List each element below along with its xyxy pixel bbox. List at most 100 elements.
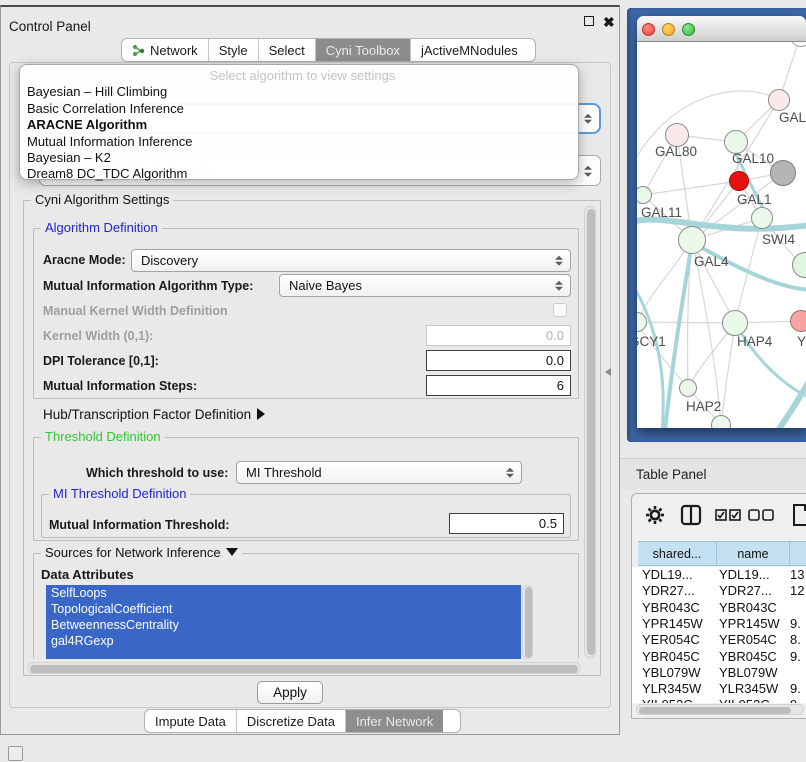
settings-vscrollbar-track[interactable] [584,206,596,658]
sources-title[interactable]: Sources for Network Inference [41,545,242,560]
which-threshold-combobox[interactable]: MI Threshold [236,461,522,484]
splitpane-collapse-icon[interactable] [605,368,611,376]
network-window: GAL GAL80 GAL10 GAL1 GAL11 SWI4 GAL4 GCY… [637,16,806,428]
mi-steps-input[interactable]: 6 [426,375,571,396]
table-panel-window: shared... name YDL19...YDL19...13 YDR27.… [631,493,806,719]
popup-item-bayesian-hill[interactable]: Bayesian – Hill Climbing [20,84,578,100]
algorithm-dropdown-popup: Select algorithm to view settings Bayesi… [19,64,579,180]
close-window-icon[interactable] [642,23,655,36]
manual-kernel-width-label: Manual Kernel Width Definition [43,304,228,318]
table-row[interactable]: YBR043CYBR043C [632,600,806,616]
network-node-hap4[interactable] [722,310,748,336]
table-row[interactable]: YLR345WYLR345W9. [632,681,806,697]
column-header-shared-name[interactable]: shared... [638,541,717,566]
stepper-icon [506,467,515,478]
node-label: GAL4 [694,254,729,269]
table-hscrollbar-track[interactable] [636,704,804,715]
select-all-checkboxes-icon[interactable] [715,509,741,524]
tab-select[interactable]: Select [259,39,316,61]
mi-threshold-label: Mutual Information Threshold: [49,518,230,532]
list-item-betweennesscentrality[interactable]: BetweennessCentrality [46,617,521,633]
column-header-name[interactable]: name [717,541,790,566]
network-window-titlebar[interactable] [637,16,806,42]
network-node[interactable] [790,310,806,332]
table-row[interactable]: YPR145WYPR145W9. [632,616,806,632]
popup-placeholder: Select algorithm to view settings [20,68,578,84]
mi-threshold-input[interactable]: 0.5 [449,513,564,534]
stepper-icon [555,255,564,266]
node-label: HAP4 [737,334,772,349]
control-panel-tabbar: Network Style Select Cyni Toolbox jActiv… [121,38,536,62]
table-row[interactable]: YDR27...YDR27...12 [632,583,806,599]
table-row[interactable]: YBR045CYBR045C9. [632,649,806,665]
node-label: GCY1 [637,334,666,349]
zoom-window-icon[interactable] [682,23,695,36]
network-node-swi4[interactable] [751,207,773,229]
float-panel-icon[interactable] [584,16,594,26]
data-attributes-list: SelfLoops TopologicalCoefficient Between… [46,585,521,659]
show-columns-icon[interactable] [680,504,702,529]
list-vscrollbar-track[interactable] [522,585,533,659]
bottom-tabbar: Impute Data Discretize Data Infer Networ… [144,709,461,733]
network-canvas[interactable]: GAL GAL80 GAL10 GAL1 GAL11 SWI4 GAL4 GCY… [637,42,806,428]
control-panel-title: Control Panel [9,19,91,34]
settings-hscrollbar-track[interactable] [27,662,581,674]
stepper-icon [584,113,593,124]
network-graph-icon [132,44,145,57]
list-item-gal4rgexp[interactable]: gal4RGexp [46,633,521,649]
close-panel-icon[interactable]: ✖ [603,15,615,29]
list-vscrollbar-thumb[interactable] [525,587,532,658]
node-label: SWI4 [762,232,795,247]
table-row[interactable]: YDL19...YDL19...13 [632,567,806,583]
list-item-selfloops[interactable]: SelfLoops [46,585,521,601]
tab-cyni-toolbox[interactable]: Cyni Toolbox [316,39,411,61]
table-row[interactable]: YER054CYER054C8. [632,632,806,648]
table-hscrollbar-thumb[interactable] [639,707,791,714]
table-settings-gear-icon[interactable] [645,505,665,528]
node-label: GAL11 [641,205,682,220]
network-node-gal4[interactable] [678,226,706,254]
algorithm-definition-title: Algorithm Definition [41,220,162,235]
popup-item-aracne[interactable]: ARACNE Algorithm [20,117,578,133]
aracne-mode-combobox[interactable]: Discovery [131,249,571,272]
floating-panel-icon[interactable] [8,746,23,761]
mi-algorithm-type-combobox[interactable]: Naive Bayes [279,274,571,297]
tab-network[interactable]: Network [122,39,209,61]
collapse-down-icon [226,548,238,556]
hub-definition-expander[interactable]: Hub/Transcription Factor Definition [43,407,265,422]
list-item-topologicalcoefficient[interactable]: TopologicalCoefficient [46,601,521,617]
node-label: GAL1 [737,192,772,207]
network-combo-stepper[interactable] [581,159,599,183]
settings-hscrollbar-thumb[interactable] [30,665,578,673]
new-table-icon[interactable] [792,503,806,530]
network-node-gal[interactable] [768,89,790,111]
mi-algorithm-type-label: Mutual Information Algorithm Type: [43,279,253,293]
tab-infer-network[interactable]: Infer Network [346,710,443,732]
network-node[interactable] [711,415,731,428]
column-header-clipped[interactable] [790,541,806,566]
minimize-window-icon[interactable] [662,23,675,36]
deselect-all-checkboxes-icon[interactable] [748,509,774,524]
stepper-icon [584,166,593,177]
network-node[interactable] [770,160,796,186]
popup-item-bayesian-k2[interactable]: Bayesian – K2 [20,150,578,166]
popup-item-mutual-information[interactable]: Mutual Information Inference [20,134,578,150]
tab-impute-data[interactable]: Impute Data [145,710,237,732]
table-row[interactable]: YIL052CYIL052C9 [632,697,806,703]
apply-button[interactable]: Apply [257,681,323,704]
kernel-width-input[interactable]: 0.0 [426,325,571,346]
stepper-icon [555,280,564,291]
tab-jactivemnodules[interactable]: jActiveMNodules [411,39,528,61]
table-row[interactable]: YBL079WYBL079W [632,665,806,681]
popup-item-dream8[interactable]: Dream8 DC_TDC Algorithm [20,166,578,182]
network-node-hap2[interactable] [679,379,697,397]
manual-kernel-width-checkbox[interactable] [553,303,567,317]
popup-item-basic-correlation[interactable]: Basic Correlation Inference [20,101,578,117]
tab-style[interactable]: Style [209,39,259,61]
dpi-tolerance-input[interactable]: 0.0 [426,350,571,371]
settings-vscrollbar-thumb[interactable] [587,209,595,655]
node-label: HAP2 [686,399,721,414]
tab-discretize-data[interactable]: Discretize Data [237,710,346,732]
network-node-gal1-selected[interactable] [729,171,749,191]
list-item-partial[interactable] [46,649,521,659]
